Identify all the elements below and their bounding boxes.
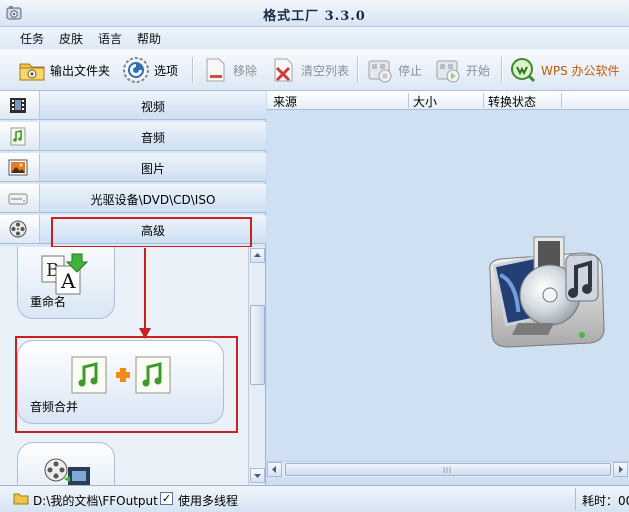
- category-optical-drive[interactable]: 光驱设备\DVD\CD\ISO: [0, 184, 266, 213]
- chevron-up-icon: [254, 253, 261, 257]
- menu-help[interactable]: 帮助: [137, 30, 161, 47]
- wps-office-label: WPS 办公软件: [541, 63, 620, 78]
- start-label: 开始: [466, 63, 491, 78]
- output-folder-label: 输出文件夹: [50, 63, 111, 78]
- column-size[interactable]: 大小: [413, 93, 437, 110]
- options-gear-icon: [123, 57, 149, 83]
- clear-list-label: 清空列表: [301, 63, 350, 78]
- format-factory-logo: [489, 236, 605, 348]
- chevron-left-icon: [272, 466, 276, 473]
- column-divider[interactable]: [408, 93, 409, 108]
- stop-icon: [368, 60, 392, 83]
- column-source[interactable]: 来源: [273, 93, 297, 110]
- options-label: 选项: [154, 63, 179, 78]
- annotation-box-advanced: [51, 217, 252, 248]
- folder-icon: [13, 493, 29, 505]
- menu-skin[interactable]: 皮肤: [59, 30, 83, 47]
- category-audio[interactable]: 音频: [0, 122, 266, 151]
- rename-icon: B A: [41, 253, 89, 295]
- remove-icon: [206, 58, 225, 82]
- film-icon: [10, 98, 26, 113]
- remove-button[interactable]: 移除: [201, 55, 257, 85]
- multithread-label: 使用多线程: [178, 494, 239, 508]
- file-list-header: 来源 大小 转换状态: [267, 91, 629, 110]
- toolbar: 输出文件夹 选项 移除 清空列表 停止 开始 WPS 办公软件: [0, 49, 629, 91]
- multithread-checkbox[interactable]: ✓: [160, 492, 173, 505]
- remove-label: 移除: [233, 63, 258, 78]
- horizontal-scroll-thumb[interactable]: [285, 463, 611, 476]
- menu-language[interactable]: 语言: [98, 30, 122, 47]
- category-video-label: 视频: [140, 100, 165, 114]
- clear-list-icon: [274, 58, 293, 82]
- picture-icon: [8, 159, 28, 176]
- grip-icon: [443, 467, 451, 473]
- start-button[interactable]: 开始: [434, 55, 490, 85]
- file-list-panel: 来源 大小 转换状态: [267, 91, 629, 485]
- scroll-down-arrow[interactable]: [250, 468, 265, 483]
- elapsed-time: 耗时：00: [582, 494, 629, 508]
- column-status[interactable]: 转换状态: [488, 93, 536, 110]
- toolbar-separator: [357, 57, 358, 83]
- video-merge-icon: [44, 458, 90, 485]
- wps-logo-icon: [511, 58, 536, 83]
- category-audio-label: 音频: [140, 131, 165, 145]
- menu-task[interactable]: 任务: [20, 30, 44, 47]
- status-divider: [575, 488, 576, 510]
- toolbar-separator: [501, 57, 502, 83]
- toolbar-separator: [192, 57, 193, 83]
- chevron-down-icon: [254, 474, 261, 478]
- tiles-vertical-scrollbar[interactable]: [248, 247, 265, 485]
- category-optical-drive-label: 光驱设备\DVD\CD\ISO: [90, 193, 216, 207]
- category-image-label: 图片: [140, 162, 165, 176]
- clear-list-button[interactable]: 清空列表: [269, 55, 349, 85]
- stop-label: 停止: [398, 63, 423, 78]
- folder-icon: [19, 63, 45, 81]
- annotation-arrow: [139, 248, 151, 339]
- scroll-left-arrow[interactable]: [267, 462, 282, 477]
- title-bar: 格式工厂 3.3.0: [0, 0, 629, 27]
- scroll-thumb[interactable]: [250, 305, 265, 385]
- options-button[interactable]: 选项: [122, 55, 178, 85]
- menu-bar: 任务 皮肤 语言 帮助: [0, 27, 629, 49]
- svg-text:A: A: [60, 269, 76, 293]
- category-panel: 视频 音频 图片 光驱设备\DVD\CD\ISO 高级 B A 重命名 音频合并: [0, 91, 266, 485]
- category-image[interactable]: 图片: [0, 153, 266, 182]
- category-video[interactable]: 视频: [0, 91, 266, 120]
- file-list-horizontal-scrollbar[interactable]: [267, 461, 629, 477]
- film-reel-icon: [9, 220, 27, 238]
- output-folder-button[interactable]: 输出文件夹: [18, 55, 110, 85]
- output-path[interactable]: D:\我的文档\FFOutput: [33, 492, 158, 509]
- status-bar: D:\我的文档\FFOutput ✓ 使用多线程 耗时：00: [0, 485, 629, 512]
- scroll-right-arrow[interactable]: [613, 462, 628, 477]
- optical-drive-icon: [8, 193, 28, 205]
- window-title: 格式工厂 3.3.0: [263, 9, 366, 24]
- tile-rename[interactable]: B A 重命名: [17, 247, 115, 319]
- stop-button[interactable]: 停止: [366, 55, 422, 85]
- music-note-icon: [10, 127, 26, 146]
- scroll-up-arrow[interactable]: [250, 248, 265, 263]
- tile-video-merge[interactable]: [17, 442, 115, 485]
- wps-office-button[interactable]: WPS 办公软件: [509, 55, 620, 85]
- column-divider[interactable]: [561, 93, 562, 108]
- column-divider[interactable]: [483, 93, 484, 108]
- tile-rename-label: 重命名: [30, 295, 67, 309]
- start-icon: [436, 60, 460, 83]
- annotation-box-audio-merge: [15, 336, 238, 433]
- chevron-right-icon: [619, 466, 623, 473]
